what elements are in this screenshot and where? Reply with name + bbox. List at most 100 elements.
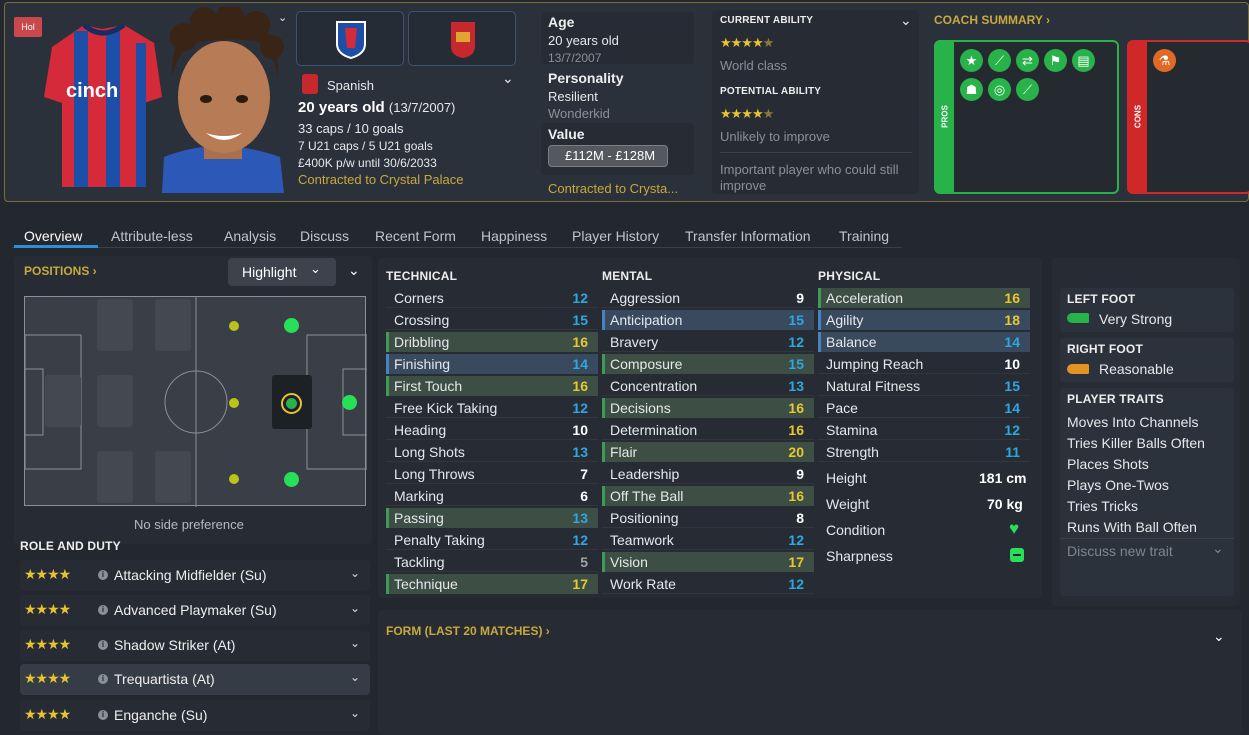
tab-recent-form[interactable]: Recent Form <box>375 228 456 244</box>
attribute-value: 16 <box>788 400 804 416</box>
role-item-selected[interactable]: ★★★★ i Trequartista (At) ⌄ <box>20 664 370 695</box>
attribute-row-physical[interactable]: Acceleration 16 <box>818 288 1030 308</box>
chevron-down-icon[interactable]: ⌄ <box>1213 628 1225 645</box>
attribute-row-mental[interactable]: Determination 16 <box>602 420 814 440</box>
attribute-row-physical[interactable]: Pace 14 <box>818 398 1030 418</box>
role-item[interactable]: ★★★★ i Attacking Midfielder (Su) ⌄ <box>20 560 370 591</box>
role-name: Advanced Playmaker (Su) <box>114 602 277 618</box>
tab-happiness[interactable]: Happiness <box>481 228 547 244</box>
role-item[interactable]: ★★★★ i Shadow Striker (At) ⌄ <box>20 630 370 661</box>
attribute-row-mental[interactable]: Composure 15 <box>602 354 814 374</box>
form-link[interactable]: FORM (LAST 20 MATCHES) › <box>386 624 550 638</box>
pass-icon[interactable]: ⇄ <box>1016 49 1039 72</box>
attribute-name: Free Kick Taking <box>394 400 498 416</box>
attribute-row-mental[interactable]: Off The Ball 16 <box>602 486 814 506</box>
attribute-row-physical[interactable]: Strength 11 <box>818 442 1030 462</box>
left-foot-value: Very Strong <box>1099 311 1173 327</box>
attribute-row-technical[interactable]: Dribbling 16 <box>386 332 598 352</box>
attribute-row-mental[interactable]: Anticipation 15 <box>602 310 814 330</box>
attribute-name: Technique <box>394 576 458 592</box>
personality-value: Resilient <box>548 89 598 104</box>
attribute-row-physical[interactable]: Jumping Reach 10 <box>818 354 1030 374</box>
player-portrait: cinch <box>44 7 284 193</box>
attribute-row-mental[interactable]: Bravery 12 <box>602 332 814 352</box>
attribute-row-technical[interactable]: Penalty Taking 12 <box>386 530 598 550</box>
attribute-row-physical[interactable]: Agility 18 <box>818 310 1030 330</box>
age-label: Age <box>548 14 575 30</box>
tab-transfer-information[interactable]: Transfer Information <box>685 228 811 244</box>
attribute-row-mental[interactable]: Concentration 13 <box>602 376 814 396</box>
attribute-row-technical[interactable]: Finishing 14 <box>386 354 598 374</box>
chevron-down-icon[interactable]: ⌄ <box>278 11 287 24</box>
star-icon[interactable]: ★ <box>960 49 983 72</box>
boot-icon[interactable]: ⟋ <box>1016 78 1039 101</box>
tactics-board-icon[interactable]: ▤ <box>1072 49 1095 72</box>
attribute-value: 16 <box>1004 290 1020 306</box>
pros-box: PROS ★ ⟋ ⇄ ⚑ ▤ ☗ ◎ ⟋ <box>934 40 1119 194</box>
dribble-icon[interactable]: ⟋ <box>988 49 1011 72</box>
tab-overview[interactable]: Overview <box>24 228 82 244</box>
role-duty-title: ROLE AND DUTY <box>20 539 121 553</box>
position-cell <box>45 375 81 427</box>
attribute-row-physical[interactable]: Natural Fitness 15 <box>818 376 1030 396</box>
attribute-row-technical[interactable]: Technique 17 <box>386 574 598 594</box>
flask-icon[interactable]: ⚗ <box>1153 49 1176 72</box>
attribute-row-mental[interactable]: Leadership 9 <box>602 464 814 484</box>
attribute-row-technical[interactable]: Marking 6 <box>386 486 598 506</box>
attribute-row-mental[interactable]: Positioning 8 <box>602 508 814 528</box>
discuss-trait-button[interactable]: Discuss new trait <box>1067 543 1173 559</box>
role-name: Enganche (Su) <box>114 707 208 723</box>
attribute-row-technical[interactable]: Tackling 5 <box>386 552 598 572</box>
tab-training[interactable]: Training <box>839 228 889 244</box>
attribute-row-technical[interactable]: Crossing 15 <box>386 310 598 330</box>
club-crest-button[interactable] <box>296 11 404 66</box>
attribute-row-physical[interactable]: Balance 14 <box>818 332 1030 352</box>
attribute-row-mental[interactable]: Vision 17 <box>602 552 814 572</box>
tab-player-history[interactable]: Player History <box>572 228 659 244</box>
attribute-value: 15 <box>1004 378 1020 394</box>
national-crest-button[interactable] <box>408 11 516 66</box>
attribute-row-technical[interactable]: Free Kick Taking 12 <box>386 398 598 418</box>
attribute-row-mental[interactable]: Work Rate 12 <box>602 574 814 594</box>
personality-label: Personality <box>548 70 624 86</box>
attribute-row-mental[interactable]: Decisions 16 <box>602 398 814 418</box>
attribute-value: 14 <box>1004 334 1020 350</box>
brain-icon[interactable]: ☗ <box>960 78 983 101</box>
attribute-row-mental[interactable]: Flair 20 <box>602 442 814 462</box>
attribute-value: 12 <box>572 290 588 306</box>
attribute-row-technical[interactable]: Long Throws 7 <box>386 464 598 484</box>
current-ability-stars: ★★★★★ <box>720 35 774 50</box>
positions-link[interactable]: POSITIONS › <box>24 264 97 278</box>
right-foot-label: RIGHT FOOT <box>1067 342 1143 356</box>
chevron-down-icon[interactable]: ⌄ <box>348 262 360 279</box>
attribute-name: Stamina <box>826 422 878 438</box>
chevron-down-icon[interactable]: ⌄ <box>502 70 514 87</box>
attribute-row-technical[interactable]: Corners 12 <box>386 288 598 308</box>
positions-title: POSITIONS <box>24 264 90 278</box>
attribute-row-technical[interactable]: Passing 13 <box>386 508 598 528</box>
flag-icon[interactable]: ⚑ <box>1044 49 1067 72</box>
attribute-name: Natural Fitness <box>826 378 921 394</box>
attribute-value: 12 <box>788 334 804 350</box>
attribute-row-physical[interactable]: Stamina 12 <box>818 420 1030 440</box>
tab-analysis[interactable]: Analysis <box>224 228 276 244</box>
tab-discuss[interactable]: Discuss <box>300 228 349 244</box>
attribute-row-mental[interactable]: Teamwork 12 <box>602 530 814 550</box>
attribute-row-technical[interactable]: First Touch 16 <box>386 376 598 396</box>
contract-short: Contracted to Crysta... <box>548 181 679 196</box>
attribute-value: 16 <box>788 422 804 438</box>
coach-summary-link[interactable]: COACH SUMMARY › <box>934 13 1050 27</box>
role-item[interactable]: ★★★★ i Enganche (Su) ⌄ <box>20 700 370 731</box>
attribute-row-technical[interactable]: Long Shots 13 <box>386 442 598 462</box>
tab-attribute-less[interactable]: Attribute-less <box>111 228 193 244</box>
value-badge[interactable]: £112M - £128M <box>548 145 668 167</box>
target-icon[interactable]: ◎ <box>988 78 1011 101</box>
attribute-row-mental[interactable]: Aggression 9 <box>602 288 814 308</box>
chevron-down-icon[interactable]: ⌄ <box>1212 540 1224 557</box>
chevron-down-icon[interactable]: ⌄ <box>900 12 912 29</box>
attribute-value: 8 <box>796 510 804 526</box>
role-item[interactable]: ★★★★ i Advanced Playmaker (Su) ⌄ <box>20 595 370 626</box>
highlight-dropdown[interactable]: Highlight ⌄ <box>228 258 336 286</box>
attribute-row-technical[interactable]: Heading 10 <box>386 420 598 440</box>
chevron-down-icon: ⌄ <box>349 706 360 720</box>
